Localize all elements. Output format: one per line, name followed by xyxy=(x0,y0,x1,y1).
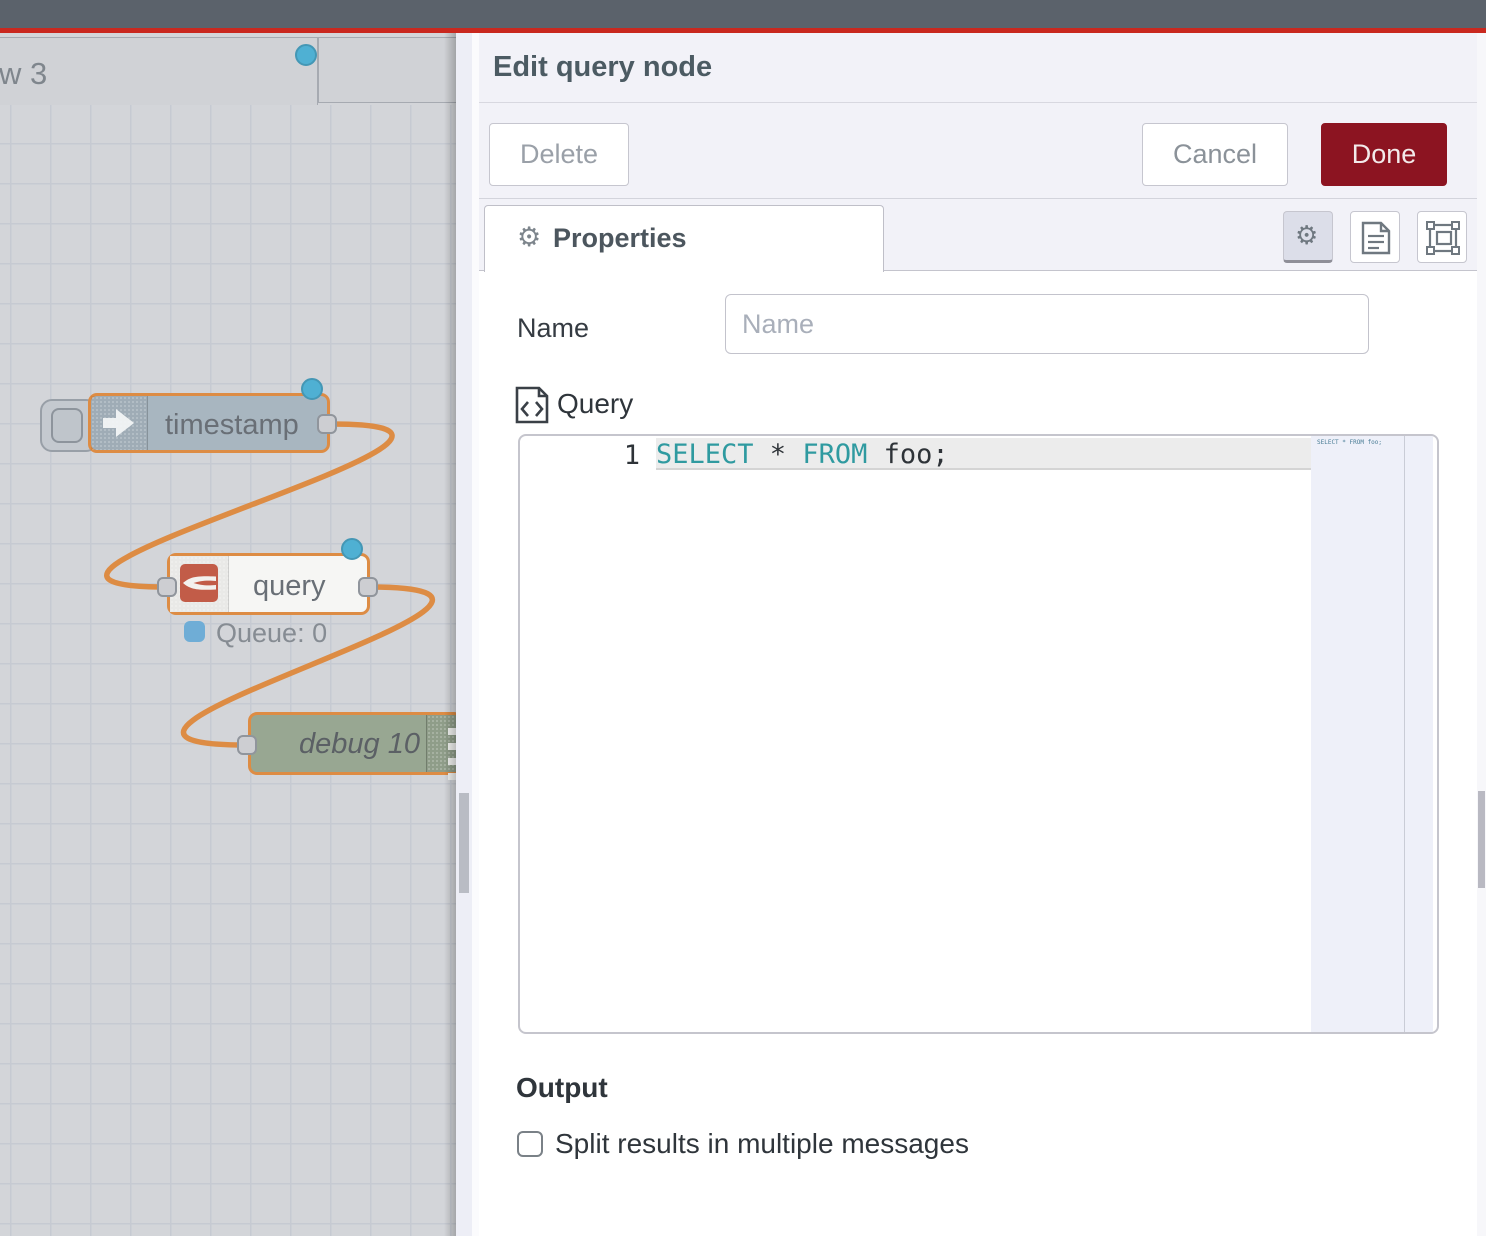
tray-button-row: Delete Cancel Done xyxy=(479,104,1486,199)
port-query-input[interactable] xyxy=(157,577,177,597)
node-label: timestamp xyxy=(165,409,299,442)
sql-operator: * xyxy=(754,439,803,470)
flow-modified-dot-icon xyxy=(295,44,317,66)
sql-text: foo; xyxy=(884,439,949,470)
node-label: query xyxy=(253,570,326,603)
output-section-heading: Output xyxy=(516,1072,608,1104)
node-modified-dot-icon xyxy=(341,538,363,560)
flow-tab-label: w 3 xyxy=(0,56,47,92)
minimap-code-preview: SELECT * FROM foo; xyxy=(1317,439,1382,446)
inject-trigger-button-face[interactable] xyxy=(51,408,83,443)
done-button[interactable]: Done xyxy=(1321,123,1447,186)
tab-properties[interactable]: ⚙ Properties xyxy=(484,205,884,272)
inject-arrow-icon xyxy=(99,403,139,443)
flow-tab-next[interactable] xyxy=(318,37,463,103)
document-icon xyxy=(1361,221,1391,255)
properties-tab-label: Properties xyxy=(553,223,687,254)
query-status-text: Queue: 0 xyxy=(216,618,327,649)
node-query[interactable]: query xyxy=(167,553,370,615)
page-scrollbar-thumb[interactable] xyxy=(1478,791,1485,888)
name-label: Name xyxy=(517,313,589,344)
code-file-icon xyxy=(515,386,549,424)
minimap-divider xyxy=(1404,436,1405,1032)
flow-tab-bar: w 3 xyxy=(0,33,456,103)
query-node-icon-section xyxy=(170,556,229,612)
cancel-button[interactable]: Cancel xyxy=(1142,123,1288,186)
edit-node-tray: Edit query node Delete Cancel Done ⚙ Pro… xyxy=(472,33,1486,1236)
inject-node-icon-section xyxy=(91,396,148,450)
port-inject-output[interactable] xyxy=(317,414,337,434)
sql-text xyxy=(867,439,883,470)
line-number: 1 xyxy=(520,440,640,471)
node-properties-button[interactable]: ⚙ xyxy=(1283,211,1333,263)
query-status-dot-icon xyxy=(184,621,205,642)
node-modified-dot-icon xyxy=(301,378,323,400)
sql-keyword: SELECT xyxy=(656,439,754,470)
node-appearance-button[interactable] xyxy=(1417,211,1467,263)
name-input[interactable] xyxy=(725,294,1369,354)
sql-keyword: FROM xyxy=(802,439,867,470)
node-inject-timestamp[interactable]: timestamp xyxy=(88,393,330,453)
editor-minimap[interactable]: SELECT * FROM foo; xyxy=(1311,436,1433,1032)
gear-icon: ⚙ xyxy=(517,222,541,253)
dialog-title: Edit query node xyxy=(493,51,712,84)
flow-canvas[interactable]: timestamp query debug 10 xyxy=(0,105,456,1236)
tray-header: Edit query node xyxy=(479,33,1486,103)
port-debug-input[interactable] xyxy=(237,735,257,755)
sql-code-editor[interactable]: 1 SELECT * FROM foo; SELECT * FROM foo; xyxy=(518,434,1439,1034)
split-results-checkbox[interactable] xyxy=(517,1131,543,1157)
tray-shadow xyxy=(444,33,456,1236)
appearance-group-icon xyxy=(1426,221,1460,255)
app-header-bar xyxy=(0,0,1486,28)
code-line[interactable]: SELECT * FROM foo; xyxy=(656,439,949,470)
tray-scrollbar[interactable] xyxy=(456,33,472,1236)
editor-tab-row: ⚙ Properties ⚙ xyxy=(479,200,1486,271)
node-red-window: w 3 timestamp xyxy=(0,0,1486,1236)
tray-scrollbar-thumb[interactable] xyxy=(459,793,469,893)
port-query-output[interactable] xyxy=(358,577,378,597)
properties-form: Name Query 1 SELECT * FROM foo; SELECT *… xyxy=(479,271,1486,1236)
page-scrollbar[interactable] xyxy=(1477,33,1486,1236)
query-label: Query xyxy=(557,388,633,420)
node-label: debug 10 xyxy=(299,728,420,761)
split-results-label: Split results in multiple messages xyxy=(555,1128,969,1160)
node-debug-10[interactable]: debug 10 xyxy=(248,712,456,775)
flow-tab-active[interactable]: w 3 xyxy=(0,37,318,105)
mysql-icon xyxy=(180,564,218,602)
gear-icon: ⚙ xyxy=(1295,221,1318,251)
delete-button[interactable]: Delete xyxy=(489,123,629,186)
node-description-button[interactable] xyxy=(1350,211,1400,263)
wire-layer xyxy=(0,105,456,1236)
